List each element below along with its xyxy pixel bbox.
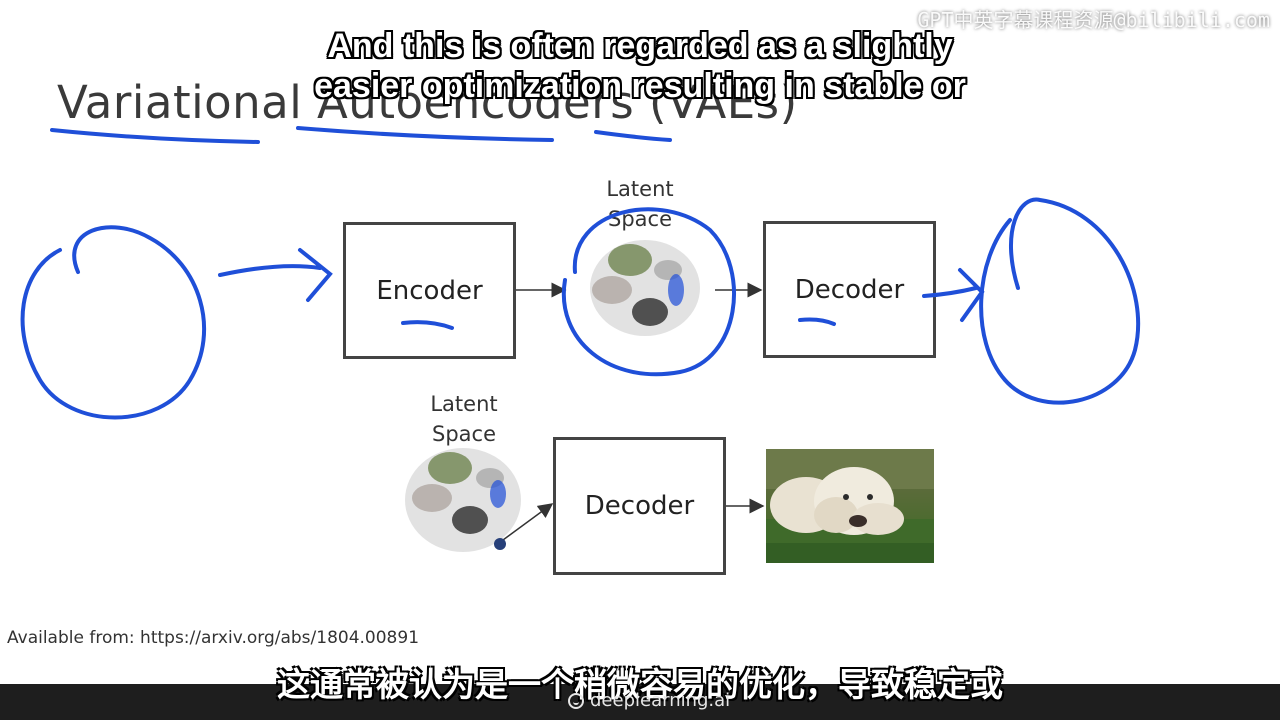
subtitle-english: And this is often regarded as a slightly… [0,26,1280,106]
dog-photo [766,449,934,563]
title-underline-1 [50,128,260,144]
output-circle [979,197,1141,405]
latent-cloud-bottom [405,448,521,552]
sample-point [494,538,506,550]
source-citation: Available from: https://arxiv.org/abs/18… [7,628,420,648]
input-circle [20,225,206,420]
subtitle-english-line1: And this is often regarded as a slightly [327,27,953,65]
latent-space-label-bottom: Latent Space [430,392,498,446]
subtitle-english-line2: easier optimization resulting in stable … [314,67,966,105]
latent-cloud-top [590,240,700,336]
dog-illustration [766,449,934,563]
footer-brand-label: deeplearning.ai [590,690,731,711]
slide: Variational Autoencoders (VAEs) Encoder … [0,0,1280,720]
encoder-box: Encoder [343,222,516,359]
decoder-box-top: Decoder [763,221,936,358]
decoder-label-top: Decoder [794,274,905,305]
input-arrow [218,248,333,302]
deeplearning-logo-icon [568,692,584,709]
pen-annotations [20,126,1141,420]
arrow-latent-to-decoder-bottom [502,503,554,541]
decoder-label-bottom: Decoder [584,491,695,521]
title-underline-2 [296,126,554,142]
decoder-box-bottom: Decoder [553,437,726,575]
title-underline-3 [594,130,672,142]
latent-space-label-top: Latent Space [606,177,674,231]
latent-circle [561,207,736,377]
footer-brand: deeplearning.ai [568,690,730,711]
encoder-label: Encoder [376,275,483,306]
